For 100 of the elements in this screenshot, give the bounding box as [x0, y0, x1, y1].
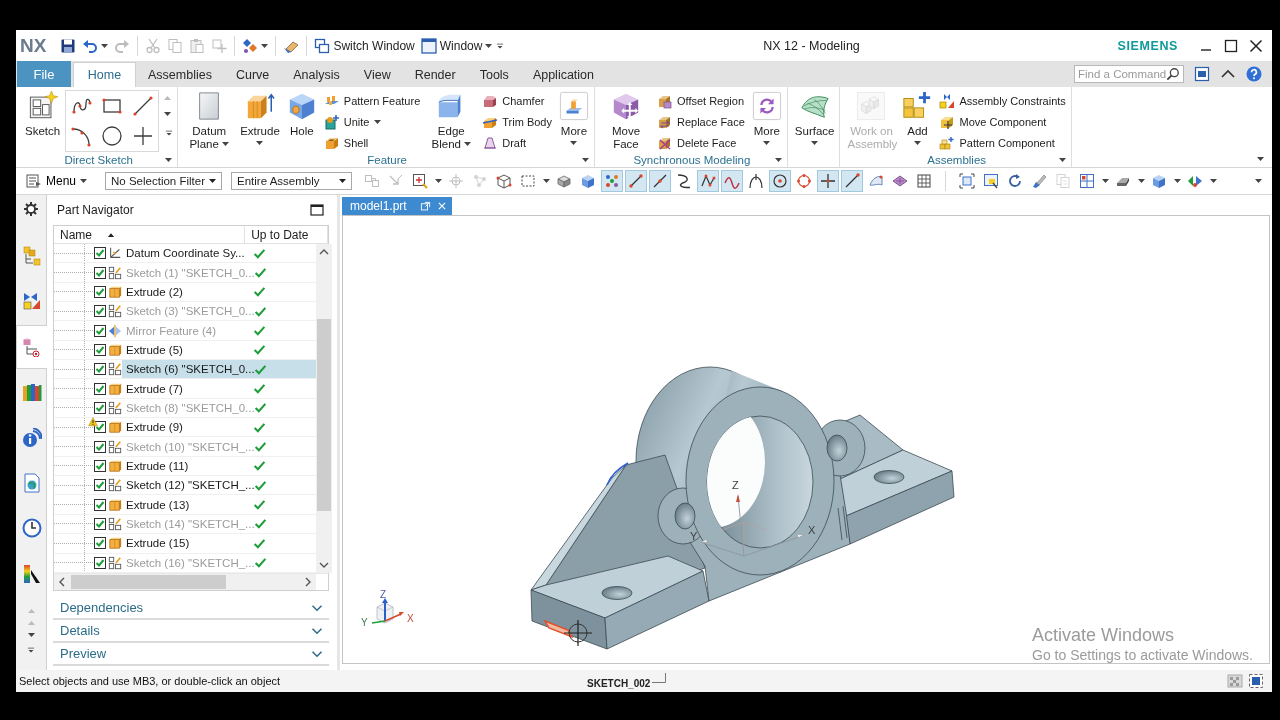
- ribbon-tab[interactable]: Render: [402, 62, 468, 87]
- ribbon-button[interactable]: More: [556, 90, 591, 145]
- ribbon-button[interactable]: More: [749, 90, 784, 145]
- circle-icon[interactable]: [101, 125, 124, 147]
- graphics-window[interactable]: Z Y X Z Y X Activate Windows Go to Settings to activate Windows.: [342, 215, 1270, 664]
- customize-icon[interactable]: [495, 40, 506, 51]
- ribbon-tab[interactable]: Home: [73, 62, 136, 87]
- ribbon-command[interactable]: Pattern Feature: [321, 91, 423, 111]
- caret-down-icon[interactable]: [261, 43, 269, 48]
- ribbon-button[interactable]: Edge Blend: [425, 90, 478, 150]
- popout-icon[interactable]: [420, 200, 431, 212]
- scrollbar[interactable]: [316, 244, 332, 573]
- window-menu-button[interactable]: Window: [417, 34, 496, 57]
- ribbon-command[interactable]: Pattern Component: [937, 133, 1068, 153]
- ribbon-command[interactable]: Chamfer: [480, 91, 554, 111]
- checkbox[interactable]: [94, 401, 106, 414]
- assembly-scope-dropdown[interactable]: Entire Assembly: [231, 172, 353, 190]
- caret-down-icon[interactable]: [774, 158, 782, 162]
- checkbox[interactable]: [94, 498, 106, 511]
- command-search-field[interactable]: Find a Command: [1074, 65, 1184, 83]
- ribbon-button[interactable]: Extrude: [238, 90, 282, 145]
- tree-row[interactable]: Extrude (15): [54, 534, 316, 554]
- tree-row[interactable]: Sketch (12) "SKETCH_...: [54, 476, 316, 496]
- arc-icon[interactable]: [70, 125, 93, 147]
- caret-down-icon[interactable]: [1209, 179, 1217, 183]
- checkbox[interactable]: [94, 305, 106, 318]
- checkbox[interactable]: [94, 285, 106, 298]
- ribbon-tab[interactable]: Tools: [467, 62, 521, 87]
- scrollbar[interactable]: [54, 574, 316, 590]
- caret-down-icon[interactable]: [542, 179, 550, 183]
- ribbon-display-icon[interactable]: [1194, 66, 1210, 82]
- settings-icon[interactable]: [23, 201, 39, 217]
- selection-filter-dropdown[interactable]: No Selection Filter: [105, 172, 223, 190]
- checkbox[interactable]: [94, 363, 106, 376]
- caret-down-icon[interactable]: [434, 179, 442, 183]
- ribbon-command[interactable]: Assembly Constraints: [937, 91, 1068, 111]
- scrollbar-thumb[interactable]: [317, 319, 331, 511]
- checkbox[interactable]: [94, 266, 106, 279]
- ribbon-button[interactable]: Hole: [284, 90, 319, 138]
- menu-button[interactable]: Menu: [24, 173, 90, 189]
- caret-down-icon[interactable]: [1257, 157, 1264, 161]
- undo-icon[interactable]: [82, 37, 99, 54]
- ribbon-button[interactable]: Datum Plane: [183, 90, 236, 150]
- ribbon-button[interactable]: Sketch: [23, 90, 63, 138]
- plus-icon[interactable]: [131, 125, 154, 147]
- caret-down-icon[interactable]: [1101, 179, 1109, 183]
- ribbon-command[interactable]: Replace Face: [654, 112, 747, 132]
- caret-down-icon[interactable]: [164, 112, 172, 116]
- ribbon-command[interactable]: Draft: [480, 133, 554, 153]
- ribbon-command[interactable]: Trim Body: [480, 112, 554, 132]
- ribbon-button[interactable]: Move Face: [599, 90, 652, 150]
- document-tab[interactable]: model1.prt: [342, 197, 452, 215]
- help-icon[interactable]: [1246, 66, 1262, 82]
- maximize-icon[interactable]: [309, 202, 325, 218]
- ribbon-tab[interactable]: Application: [520, 62, 607, 87]
- window-frame-icon[interactable]: [1248, 673, 1264, 689]
- switch-window-button[interactable]: Switch Window: [311, 34, 418, 57]
- ribbon-command[interactable]: Unite: [321, 112, 423, 132]
- tree-row[interactable]: Extrude (2): [54, 282, 316, 303]
- checkbox[interactable]: [94, 324, 106, 337]
- tree-row[interactable]: Extrude (5): [54, 340, 316, 361]
- checkbox[interactable]: [94, 343, 106, 356]
- shapes-icon[interactable]: [242, 37, 259, 54]
- customize-icon[interactable]: [164, 128, 175, 138]
- caret-down-icon[interactable]: [1255, 179, 1262, 183]
- ribbon-tab[interactable]: View: [351, 62, 403, 87]
- caret-down-icon[interactable]: [1137, 179, 1145, 183]
- caret-down-icon[interactable]: [27, 633, 35, 638]
- maximize-icon[interactable]: [1223, 37, 1239, 54]
- ribbon-command[interactable]: Shell: [321, 133, 423, 153]
- close-icon[interactable]: [1248, 37, 1264, 54]
- checkbox[interactable]: [94, 479, 106, 492]
- checkbox[interactable]: [94, 459, 106, 472]
- checkbox[interactable]: [94, 556, 106, 569]
- caret-down-icon[interactable]: [1173, 179, 1181, 183]
- ribbon-button[interactable]: Add: [900, 90, 935, 145]
- tree-row[interactable]: Datum Coordinate Sy...: [54, 244, 316, 264]
- checkbox[interactable]: [94, 518, 106, 530]
- checker-icon[interactable]: [1227, 673, 1243, 689]
- caret-down-icon[interactable]: [101, 43, 109, 48]
- checkbox[interactable]: [94, 382, 106, 395]
- ribbon-command[interactable]: Move Component: [937, 112, 1068, 132]
- save-icon[interactable]: [60, 37, 77, 54]
- ribbon-button[interactable]: Surface: [792, 90, 837, 145]
- tree-row[interactable]: Extrude (11): [54, 456, 316, 477]
- caret-down-icon[interactable]: [165, 157, 173, 162]
- line-icon[interactable]: [131, 95, 154, 117]
- tree-row[interactable]: Sketch (6) "SKETCH_0...: [54, 360, 316, 380]
- ribbon-command[interactable]: Delete Face: [654, 133, 747, 153]
- ribbon-tab[interactable]: Analysis: [281, 62, 352, 87]
- ribbon-tab[interactable]: Assemblies: [136, 62, 224, 87]
- scrollbar-thumb[interactable]: [71, 575, 226, 589]
- tree-row[interactable]: Extrude (7): [54, 379, 316, 399]
- checkbox[interactable]: [94, 247, 106, 260]
- caret-down-icon[interactable]: [1058, 158, 1066, 162]
- tree-row[interactable]: Extrude (13): [54, 495, 316, 515]
- tree-row[interactable]: Extrude (9): [54, 418, 316, 438]
- checkbox[interactable]: [94, 537, 106, 550]
- caret-down-icon[interactable]: [581, 158, 589, 162]
- checkbox[interactable]: [94, 440, 106, 453]
